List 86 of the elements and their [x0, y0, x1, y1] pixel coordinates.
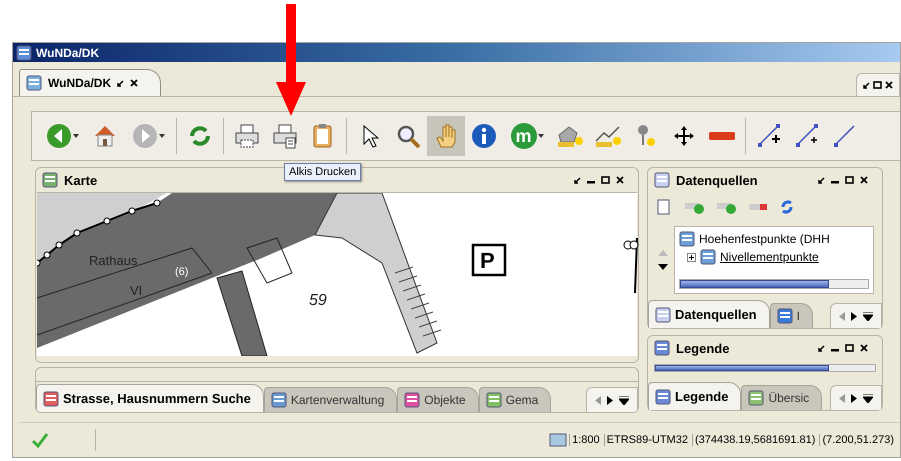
scrollbar[interactable] — [654, 364, 876, 372]
close-icon — [616, 176, 624, 184]
node-edit-icon — [794, 123, 820, 149]
node-add-icon — [756, 123, 782, 149]
tree-item[interactable]: Hoehenfestpunkte (DHH — [699, 232, 830, 246]
right-icon — [851, 312, 857, 320]
refresh-icon — [780, 199, 794, 215]
layer-list-icon — [656, 199, 672, 215]
layer-icon — [679, 231, 695, 247]
status-field: (374438.19,5681691.81) — [692, 434, 818, 446]
panel-tab[interactable]: Kartenverwaltung — [264, 387, 398, 412]
move-icon — [673, 125, 695, 147]
app-icon — [16, 44, 32, 60]
panel-title: Datenquellen — [676, 172, 758, 188]
printer-icon — [234, 123, 260, 149]
info-icon — [471, 123, 497, 149]
down-icon — [658, 264, 668, 270]
close-icon — [130, 79, 138, 87]
tab-icon — [655, 306, 671, 322]
list-icon — [863, 394, 873, 402]
maximize-icon — [873, 81, 882, 89]
layer-icon — [700, 249, 716, 265]
panel-title: Legende — [676, 340, 730, 356]
panel-title: Karte — [64, 172, 98, 188]
circle-icon: m — [510, 123, 536, 149]
caret-icon — [72, 134, 78, 138]
restore-icon — [574, 176, 581, 184]
status-field: ETRS89-UTM32 — [604, 434, 690, 446]
scrollbar[interactable] — [679, 279, 869, 289]
tree-item[interactable]: Nivellementpunkte — [720, 250, 819, 264]
tab-icon — [486, 392, 502, 408]
tab-scroll-controls[interactable] — [586, 387, 638, 412]
status-field: (7.200,51.273) — [819, 434, 896, 446]
pointer-icon — [361, 124, 379, 148]
panel-tab[interactable]: Legende — [648, 382, 742, 410]
tooltip: Alkis Drucken — [284, 163, 362, 181]
left-icon — [839, 394, 845, 402]
panel-tab[interactable]: I — [770, 303, 813, 328]
search-icon — [395, 123, 421, 149]
hand-icon — [435, 123, 457, 149]
pin-icon — [635, 123, 657, 149]
panel-tab[interactable]: Objekte — [397, 387, 479, 412]
tab-icon — [270, 392, 287, 408]
up-icon — [658, 250, 668, 256]
legend-icon — [654, 340, 670, 356]
map-drawing: Rathaus (6) VI 59 P — [37, 193, 639, 356]
tab-icon — [748, 390, 764, 406]
restore-icon — [117, 80, 124, 86]
caret-icon — [158, 134, 164, 138]
left-icon — [839, 312, 845, 320]
maximize-icon — [845, 344, 854, 352]
tab-icon — [404, 392, 420, 408]
right-icon — [607, 396, 613, 404]
panel-tab[interactable]: Gema — [478, 387, 552, 412]
right-icon — [851, 394, 857, 402]
left-icon — [595, 396, 601, 404]
maximize-icon — [601, 176, 610, 184]
back-icon — [46, 123, 72, 149]
refresh-icon — [188, 124, 212, 148]
panel-tab[interactable]: Übersic — [741, 385, 822, 410]
list-icon — [619, 396, 629, 404]
restore-icon — [818, 176, 825, 184]
panel-tab[interactable]: Strasse, Hausnummern Suche — [36, 384, 264, 412]
tab-scroll-controls[interactable] — [830, 385, 882, 410]
panel-tab[interactable]: Datenquellen — [648, 300, 770, 328]
caret-icon — [538, 134, 544, 138]
tab-icon — [43, 390, 59, 406]
expand-icon[interactable] — [687, 252, 696, 262]
tab-icon — [655, 388, 671, 404]
window-title: WuNDa/DK — [36, 46, 100, 60]
minus-icon — [708, 129, 736, 143]
list-icon — [863, 312, 873, 320]
close-icon — [860, 344, 868, 352]
view-controls[interactable] — [856, 73, 900, 96]
maximize-icon — [845, 176, 854, 184]
forward-icon — [132, 123, 158, 149]
toolbar-button[interactable]: m — [503, 116, 551, 156]
restore-icon — [863, 82, 870, 88]
status-field: 1:800 — [569, 434, 602, 446]
tab-icon — [776, 308, 793, 324]
tab-scroll-controls[interactable] — [830, 303, 882, 328]
close-icon — [860, 176, 868, 184]
close-icon — [885, 81, 893, 89]
restore-icon — [818, 344, 825, 352]
printer-icon — [272, 123, 298, 149]
editor-tab[interactable]: WuNDa/DK — [19, 69, 162, 96]
